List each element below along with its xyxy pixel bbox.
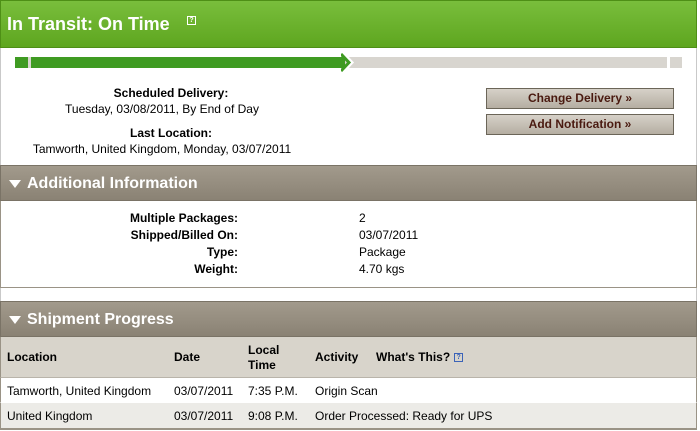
shipment-progress-title: Shipment Progress — [27, 311, 174, 328]
scheduled-delivery-label: Scheduled Delivery: — [113, 86, 229, 100]
section-gap — [0, 288, 697, 301]
row-time: 9:08 P.M. — [248, 409, 298, 423]
collapse-triangle-icon — [9, 316, 21, 324]
column-date: Date — [174, 350, 201, 364]
info-row: Multiple Packages: 2 — [1, 211, 698, 228]
progress-start-cap — [15, 57, 28, 68]
last-location-value: Tamworth, United Kingdom, Monday, 03/07/… — [32, 142, 292, 156]
help-icon[interactable]: ? — [187, 16, 196, 25]
column-local-time-line2: Time — [248, 358, 276, 372]
column-activity: Activity — [315, 350, 359, 364]
info-label: Weight: — [194, 262, 238, 276]
row-location: Tamworth, United Kingdom — [7, 384, 152, 398]
whats-this-label: What's This?? — [376, 350, 464, 364]
info-label: Multiple Packages: — [129, 211, 238, 225]
collapse-triangle-icon — [9, 180, 21, 188]
column-location: Location — [7, 350, 57, 364]
additional-information-title: Additional Information — [27, 175, 198, 192]
row-date: 03/07/2011 — [174, 384, 234, 398]
row-date: 03/07/2011 — [174, 409, 234, 423]
info-value: Package — [359, 245, 406, 259]
info-row: Shipped/Billed On: 03/07/2011 — [1, 228, 698, 245]
info-label: Shipped/Billed On: — [130, 228, 238, 242]
info-value: 4.70 kgs — [359, 262, 405, 276]
progress-area — [0, 48, 697, 74]
progress-arrow-icon — [341, 53, 355, 72]
add-notification-button[interactable]: Add Notification » — [486, 114, 674, 135]
help-icon[interactable]: ? — [454, 353, 464, 363]
info-value: 03/07/2011 — [359, 228, 419, 242]
scheduled-delivery-value: Tuesday, 03/08/2011, By End of Day — [65, 102, 259, 116]
row-activity: Origin Scan — [315, 384, 378, 398]
progress-fill — [31, 57, 343, 68]
progress-end-gap — [667, 57, 670, 68]
table-row: Tamworth, United Kingdom 03/07/2011 7:35… — [0, 377, 697, 402]
status-header: In Transit: On Time ? — [0, 0, 697, 48]
row-location: United Kingdom — [7, 409, 93, 423]
info-row: Type: Package — [1, 245, 698, 262]
status-title: In Transit: On Time — [7, 14, 170, 34]
shipment-progress-header[interactable]: Shipment Progress — [0, 301, 697, 337]
row-time: 7:35 P.M. — [248, 384, 298, 398]
progress-table-header: Location Date Local Time Activity What's… — [0, 337, 697, 377]
info-label: Type: — [206, 245, 238, 259]
last-location-label: Last Location: — [129, 126, 212, 140]
info-value: 2 — [359, 211, 366, 225]
column-local-time-line1: Local — [248, 343, 280, 357]
additional-information-panel: Multiple Packages: 2 Shipped/Billed On: … — [0, 201, 697, 288]
table-row: United Kingdom 03/07/2011 9:08 P.M. Orde… — [0, 402, 697, 430]
change-delivery-button[interactable]: Change Delivery » — [486, 88, 674, 109]
info-row: Weight: 4.70 kgs — [1, 262, 698, 279]
additional-information-header[interactable]: Additional Information — [0, 165, 697, 201]
whats-this-text: What's This? — [376, 350, 451, 364]
row-activity: Order Processed: Ready for UPS — [315, 409, 493, 423]
delivery-details: Scheduled Delivery: Tuesday, 03/08/2011,… — [0, 74, 697, 166]
